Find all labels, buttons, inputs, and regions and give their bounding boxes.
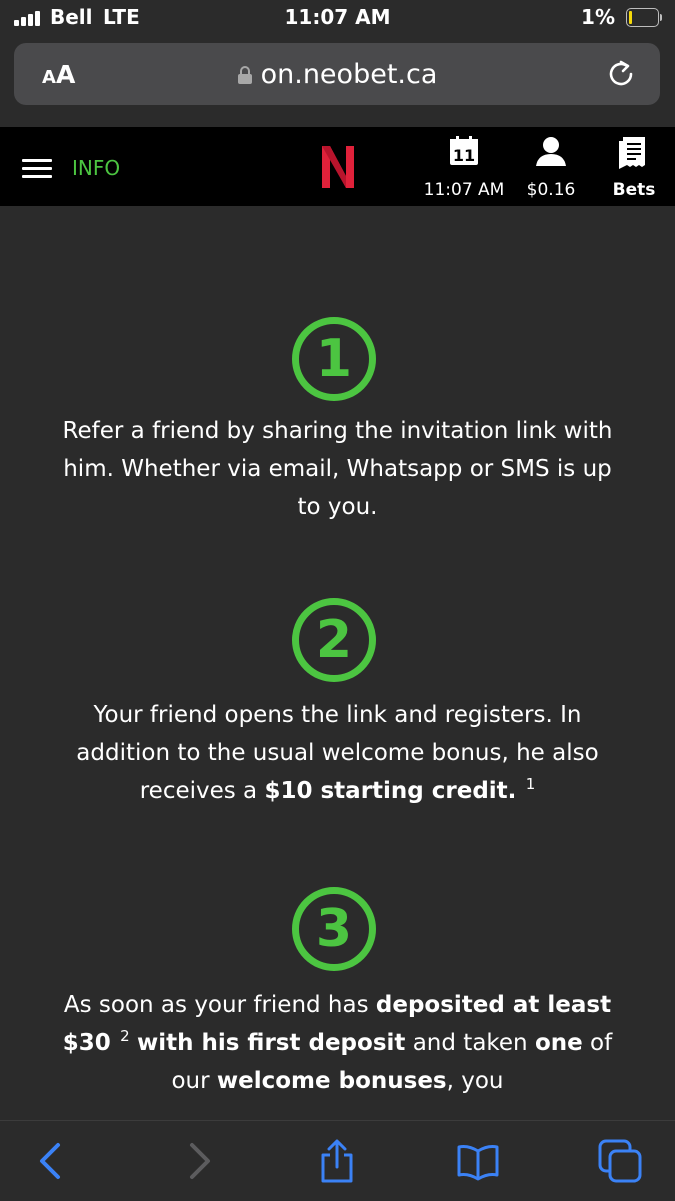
site-header: INFO 11 11:07 AM $0.16 Bets [0, 127, 675, 206]
info-menu-link[interactable]: INFO [72, 156, 120, 180]
step-3-badge: 3 [292, 887, 376, 971]
status-bar: Bell LTE 11:07 AM 1% [0, 0, 675, 38]
tabs-icon[interactable] [598, 1139, 642, 1183]
lock-icon [237, 65, 252, 84]
battery-level-fill [629, 11, 632, 24]
step-2-badge: 2 [292, 598, 376, 682]
calendar-day: 11 [453, 146, 475, 165]
user-icon[interactable] [535, 135, 567, 167]
step-1-text: Refer a friend by sharing the invitation… [62, 418, 613, 520]
forward-icon[interactable] [176, 1139, 220, 1183]
bookmarks-icon[interactable] [456, 1139, 500, 1183]
hamburger-icon[interactable] [22, 159, 52, 179]
battery-percent: 1% [581, 5, 615, 29]
step-3-text: As soon as your friend has deposited at … [62, 992, 613, 1094]
footnote-2: 2 [120, 1027, 130, 1045]
browser-toolbar [0, 1120, 675, 1201]
receipt-icon[interactable] [617, 135, 647, 169]
status-time: 11:07 AM [284, 5, 391, 29]
reload-icon[interactable] [604, 57, 638, 91]
footnote-1: 1 [525, 775, 536, 793]
account-balance[interactable]: $0.16 [520, 180, 582, 200]
share-icon[interactable] [315, 1139, 359, 1183]
calendar-icon[interactable]: 11 [449, 136, 479, 166]
starting-credit-highlight: $10 starting credit. [264, 778, 517, 804]
step-2-text: Your friend opens the link and registers… [76, 702, 599, 804]
bets-label[interactable]: Bets [605, 180, 663, 200]
back-icon[interactable] [30, 1139, 74, 1183]
welcome-bonuses-highlight: welcome bonuses [216, 1068, 447, 1094]
url-text: on.neobet.ca [260, 59, 438, 90]
address-bar[interactable]: AA on.neobet.ca [14, 43, 660, 105]
header-time: 11:07 AM [423, 180, 505, 200]
battery-icon [626, 8, 662, 27]
neobet-logo[interactable] [318, 142, 358, 192]
step-1-badge: 1 [292, 317, 376, 401]
url-display[interactable]: on.neobet.ca [14, 59, 660, 90]
